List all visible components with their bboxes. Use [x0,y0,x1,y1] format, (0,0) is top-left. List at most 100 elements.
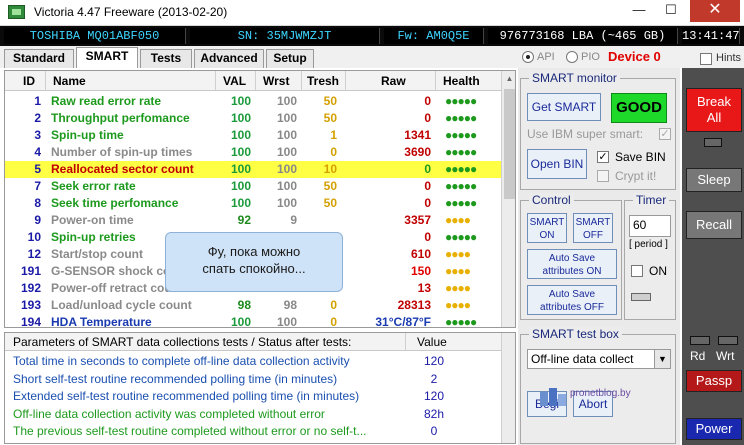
tab-smart[interactable]: SMART [76,47,138,68]
table-row[interactable]: 193 Load/unload cycle count 98 98 0 28313 ●●●● [5,297,501,314]
col-raw: Raw [381,74,406,88]
autosave-off-button[interactable]: Auto Save attributes OFF [527,285,617,315]
maximize-button[interactable]: ☐ [656,0,686,22]
autosave-on-line-2: attributes ON [542,266,602,277]
break-all-button[interactable]: Break All [686,88,742,132]
table-row[interactable]: 4 Number of spin-up times 100 100 0 3690 ●●●●● [5,144,501,161]
params-row[interactable]: Total time in seconds to complete off-li… [5,353,501,370]
col-id: ID [23,74,35,88]
attr-id: 2 [34,111,41,125]
close-button[interactable]: ✕ [690,0,740,22]
table-row[interactable]: 5 Reallocated sector count 100 100 10 0 ●●●●● [5,161,501,178]
attr-wrst: 100 [276,162,297,176]
attr-val: 100 [230,111,251,125]
attr-tresh: 0 [330,298,337,312]
attr-id: 193 [20,298,41,312]
hints-checkbox[interactable] [700,53,712,65]
control-title: Control [529,193,574,207]
attr-name: G-SENSOR shock co [51,264,171,278]
params-row[interactable]: Short self-test routine recommended poll… [5,371,501,388]
attr-id: 9 [34,213,41,227]
api-radio[interactable] [522,51,534,63]
param-text: Extended self-test routine recommended p… [13,389,360,403]
table-row[interactable]: 8 Seek time perfomance 100 100 50 0 ●●●●● [5,195,501,212]
attr-val: 100 [230,128,251,142]
scroll-up-icon[interactable]: ▲ [502,71,515,86]
params-row[interactable]: The previous self-test routine completed… [5,423,501,440]
timer-indicator [631,293,651,301]
tab-setup[interactable]: Setup [266,49,314,68]
timer-title: Timer [633,193,670,207]
attr-raw: 28313 [397,298,431,312]
attr-raw: 13 [417,281,431,295]
save-bin-label: Save BIN [615,150,666,164]
pio-radio[interactable] [566,51,578,63]
table-row[interactable]: 1 Raw read error rate 100 100 50 0 ●●●●● [5,93,501,110]
control-group: Control SMART ON SMART OFF Auto Save att… [520,193,622,320]
open-bin-button[interactable]: Open BIN [527,149,587,179]
tab-strip: Standard SMART Tests Advanced Setup API … [0,46,744,68]
bubble-line-2: спать спокойно... [202,261,306,276]
table-row[interactable]: 2 Throughput perfomance 100 100 50 0 ●●●●● [5,110,501,127]
autosave-on-button[interactable]: Auto Save attributes ON [527,249,617,279]
sleep-button[interactable]: Sleep [686,168,742,192]
table-row[interactable]: 7 Seek error rate 100 100 50 0 ●●●●● [5,178,501,195]
attr-raw: 1341 [404,128,431,142]
attr-health: ●●●● [445,213,471,227]
smart-on-button[interactable]: SMART ON [527,213,567,243]
table-row[interactable]: 3 Spin-up time 100 100 1 1341 ●●●●● [5,127,501,144]
tab-advanced[interactable]: Advanced [194,49,264,68]
attr-raw: 31°C/87°F [375,315,431,328]
get-smart-button[interactable]: Get SMART [527,93,601,121]
params-vertical-scrollbar[interactable] [501,333,515,443]
test-type-value: Off-line data collect [531,352,634,366]
tab-tests[interactable]: Tests [140,49,192,68]
params-row[interactable]: Extended self-test routine recommended p… [5,388,501,405]
timer-period-label: [ period ] [629,239,668,250]
table-row[interactable]: 9 Power-on time 92 9 3357 ●●●● [5,212,501,229]
ibm-smart-label: Use IBM super smart: [527,127,644,141]
break-indicator [704,138,722,147]
test-type-select[interactable]: Off-line data collect ▼ [527,349,671,369]
smart-off-button[interactable]: SMART OFF [573,213,613,243]
attr-tresh: 10 [323,162,337,176]
attr-health: ●●●● [445,281,471,295]
attr-tresh: 50 [323,111,337,125]
table-row[interactable]: 194 HDA Temperature 100 100 0 31°C/87°F ●●●●● [5,314,501,328]
test-box-title: SMART test box [529,327,622,341]
attr-health: ●●●● [445,247,471,261]
chevron-down-icon[interactable]: ▼ [654,350,670,368]
ibm-smart-checkbox[interactable]: ✓ [659,128,671,140]
drive-model[interactable]: TOSHIBA MQ01ABF050 [4,28,186,44]
break-label-1: Break [697,94,731,109]
attr-val: 100 [230,196,251,210]
attr-wrst: 98 [283,298,297,312]
param-value: 120 [423,354,445,368]
autosave-on-line-1: Auto Save [548,253,596,264]
attr-raw: 0 [424,196,431,210]
attr-id: 8 [34,196,41,210]
power-button[interactable]: Power [686,418,742,440]
crypt-label: Crypt it! [615,169,657,183]
scroll-thumb[interactable] [504,89,515,199]
attr-health: ●●●●● [445,315,477,328]
crypt-checkbox[interactable] [597,170,609,182]
params-row[interactable]: Off-line data collection activity was co… [5,406,501,423]
param-value: 0 [430,424,438,438]
table-vertical-scrollbar[interactable]: ▲ [501,71,515,327]
attr-tresh: 0 [330,145,337,159]
attr-raw: 150 [410,264,431,278]
timer-input[interactable]: 60 [629,215,671,237]
timer-on-checkbox[interactable] [631,265,643,277]
passp-button[interactable]: Passp [686,370,742,392]
minimize-button[interactable]: — [624,0,654,22]
device-label: Device 0 [608,49,661,64]
smart-monitor-title: SMART monitor [529,71,620,85]
attr-health: ●●●●● [445,196,477,210]
tab-standard[interactable]: Standard [4,49,74,68]
recall-button[interactable]: Recall [686,211,742,239]
drive-serial: SN: 35MJWMZJT [190,28,380,44]
attr-name: Load/unload cycle count [51,298,192,312]
attr-health: ●●●●● [445,128,477,142]
save-bin-checkbox[interactable]: ✓ [597,151,609,163]
